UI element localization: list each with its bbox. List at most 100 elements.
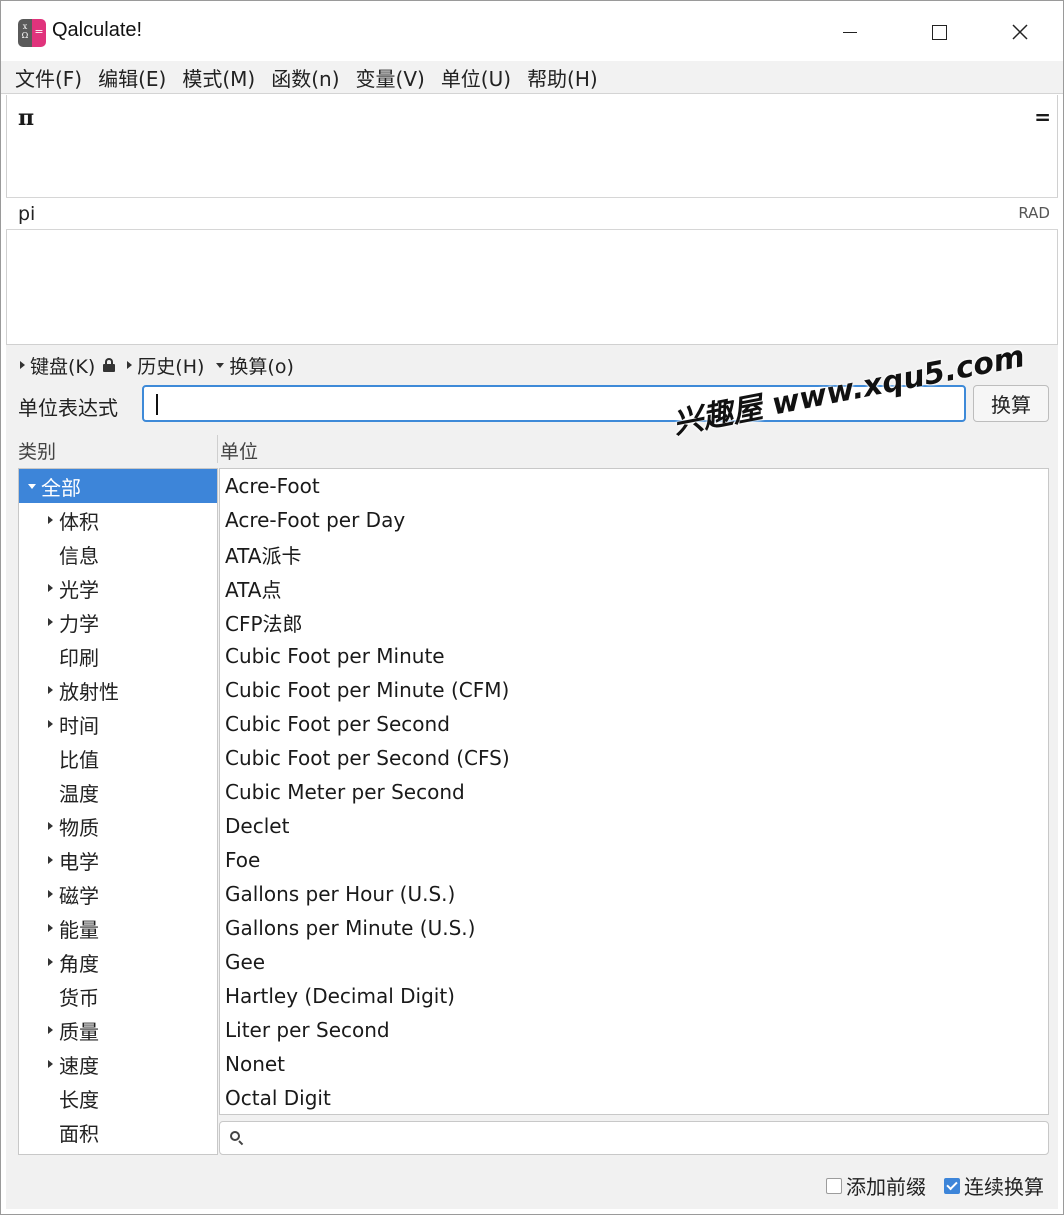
category-item[interactable]: 温度	[19, 775, 217, 809]
expand-arrow-icon[interactable]	[47, 618, 53, 626]
expression-entry[interactable]: π =	[6, 95, 1058, 198]
expand-arrow-icon[interactable]	[47, 958, 53, 966]
category-item[interactable]: 信息	[19, 537, 217, 571]
tree-expander[interactable]	[43, 1060, 57, 1068]
close-button[interactable]	[997, 15, 1043, 49]
menu-item[interactable]: 文件(F)	[7, 63, 90, 92]
unit-item[interactable]: Foe	[220, 843, 1048, 877]
tree-expander[interactable]	[43, 890, 57, 898]
expand-arrow-icon[interactable]	[47, 686, 53, 694]
tree-expander[interactable]	[43, 924, 57, 932]
column-separator[interactable]	[217, 435, 218, 463]
minimize-button[interactable]	[827, 15, 873, 49]
menu-item[interactable]: 编辑(E)	[90, 63, 174, 92]
expand-arrow-icon[interactable]	[47, 1026, 53, 1034]
continuous-conversion-option[interactable]: 连续换算	[944, 1171, 1044, 1200]
text-caret	[156, 394, 158, 415]
expand-right-icon	[127, 361, 133, 369]
lock-icon[interactable]	[103, 358, 116, 372]
unit-item[interactable]: Gee	[220, 945, 1048, 979]
category-item[interactable]: 电学	[19, 843, 217, 877]
tree-expander[interactable]	[43, 618, 57, 626]
category-column-header[interactable]: 类别	[18, 437, 56, 464]
tree-expander[interactable]	[43, 822, 57, 830]
unit-item[interactable]: Cubic Foot per Minute	[220, 639, 1048, 673]
category-item[interactable]: 货币	[19, 979, 217, 1013]
category-item[interactable]: 能量	[19, 911, 217, 945]
add-prefix-option[interactable]: 添加前缀	[826, 1171, 926, 1200]
expand-arrow-icon[interactable]	[47, 822, 53, 830]
unit-item[interactable]: Acre-Foot	[220, 469, 1048, 503]
expand-arrow-icon[interactable]	[47, 584, 53, 592]
tree-expander[interactable]	[43, 1026, 57, 1034]
category-item[interactable]: 放射性	[19, 673, 217, 707]
continuous-conversion-checkbox[interactable]	[944, 1177, 960, 1194]
tree-expander[interactable]	[43, 584, 57, 592]
category-item[interactable]: 光学	[19, 571, 217, 605]
tree-expander[interactable]	[43, 720, 57, 728]
menu-item[interactable]: 函数(n)	[263, 63, 347, 92]
category-item[interactable]: 印刷	[19, 639, 217, 673]
unit-item[interactable]: Declet	[220, 809, 1048, 843]
unit-item[interactable]: Hartley (Decimal Digit)	[220, 979, 1048, 1013]
category-item[interactable]: 速度	[19, 1047, 217, 1081]
unit-item[interactable]: Octal Digit	[220, 1081, 1048, 1114]
tree-expander[interactable]	[43, 856, 57, 864]
expand-arrow-icon[interactable]	[47, 924, 53, 932]
qalculate-app-icon: x Ω =	[18, 19, 46, 47]
unit-item[interactable]: Cubic Foot per Second (CFS)	[220, 741, 1048, 775]
menu-item[interactable]: 单位(U)	[433, 63, 519, 92]
expand-arrow-icon[interactable]	[47, 890, 53, 898]
category-item[interactable]: 比值	[19, 741, 217, 775]
tree-expander[interactable]	[43, 686, 57, 694]
unit-item[interactable]: Acre-Foot per Day	[220, 503, 1048, 537]
category-item[interactable]: 体积	[19, 503, 217, 537]
category-item[interactable]: 时间	[19, 707, 217, 741]
category-item[interactable]: 质量	[19, 1013, 217, 1047]
expand-arrow-icon[interactable]	[47, 720, 53, 728]
unit-search-input[interactable]	[219, 1121, 1049, 1155]
category-item[interactable]: 面积	[19, 1115, 217, 1149]
unit-item[interactable]: Liter per Second	[220, 1013, 1048, 1047]
keyboard-expander[interactable]: 键盘(K)	[20, 352, 116, 379]
tree-expander[interactable]	[43, 958, 57, 966]
category-item[interactable]: 全部	[19, 469, 217, 503]
menu-item[interactable]: 帮助(H)	[519, 63, 606, 92]
unit-item[interactable]: Nonet	[220, 1047, 1048, 1081]
category-item[interactable]: 长度	[19, 1081, 217, 1115]
conversion-expander[interactable]: 换算(o)	[216, 352, 294, 379]
unit-item[interactable]: Gallons per Hour (U.S.)	[220, 877, 1048, 911]
menu-item[interactable]: 模式(M)	[174, 63, 263, 92]
unit-item[interactable]: ATA派卡	[220, 537, 1048, 571]
title-bar[interactable]: x Ω = Qalculate!	[1, 1, 1063, 61]
unit-item[interactable]: Cubic Meter per Second	[220, 775, 1048, 809]
unit-item[interactable]: Cubic Foot per Second	[220, 707, 1048, 741]
tree-expander[interactable]	[43, 516, 57, 524]
expander-bar: 键盘(K) 历史(H) 换算(o)	[20, 352, 306, 379]
convert-button[interactable]: 换算	[973, 385, 1049, 422]
expand-arrow-icon[interactable]	[47, 516, 53, 524]
menu-item[interactable]: 变量(V)	[348, 63, 433, 92]
category-label: 速度	[59, 1053, 99, 1078]
collapse-arrow-icon[interactable]	[28, 483, 36, 489]
tree-expander[interactable]	[25, 483, 39, 489]
category-tree[interactable]: 全部 体积 信息 光学 力学 印刷放射性时间 比值 温度 物质 电学 磁学 能量 角度 货币 质量速度长度面…	[18, 468, 218, 1155]
category-item[interactable]: 角度	[19, 945, 217, 979]
unit-list[interactable]: Acre-Foot Acre-Foot per Day ATA派卡 ATA点 CFP法郎…	[219, 468, 1049, 1115]
expand-arrow-icon[interactable]	[47, 1060, 53, 1068]
unit-item[interactable]: CFP法郎	[220, 605, 1048, 639]
history-expander[interactable]: 历史(H)	[127, 352, 204, 379]
unit-item[interactable]: Gallons per Minute (U.S.)	[220, 911, 1048, 945]
unit-item[interactable]: Cubic Foot per Minute (CFM)	[220, 673, 1048, 707]
unit-item[interactable]: ATA点	[220, 571, 1048, 605]
maximize-button[interactable]	[916, 15, 962, 49]
equals-button[interactable]: =	[1034, 105, 1051, 129]
expand-arrow-icon[interactable]	[47, 856, 53, 864]
category-item[interactable]: 力学	[19, 605, 217, 639]
category-item[interactable]: 磁学	[19, 877, 217, 911]
unit-column-header[interactable]: 单位	[220, 437, 258, 464]
add-prefix-checkbox[interactable]	[826, 1177, 842, 1194]
category-label: 放射性	[59, 679, 119, 704]
angle-mode-indicator[interactable]: RAD	[1018, 204, 1050, 222]
category-item[interactable]: 物质	[19, 809, 217, 843]
